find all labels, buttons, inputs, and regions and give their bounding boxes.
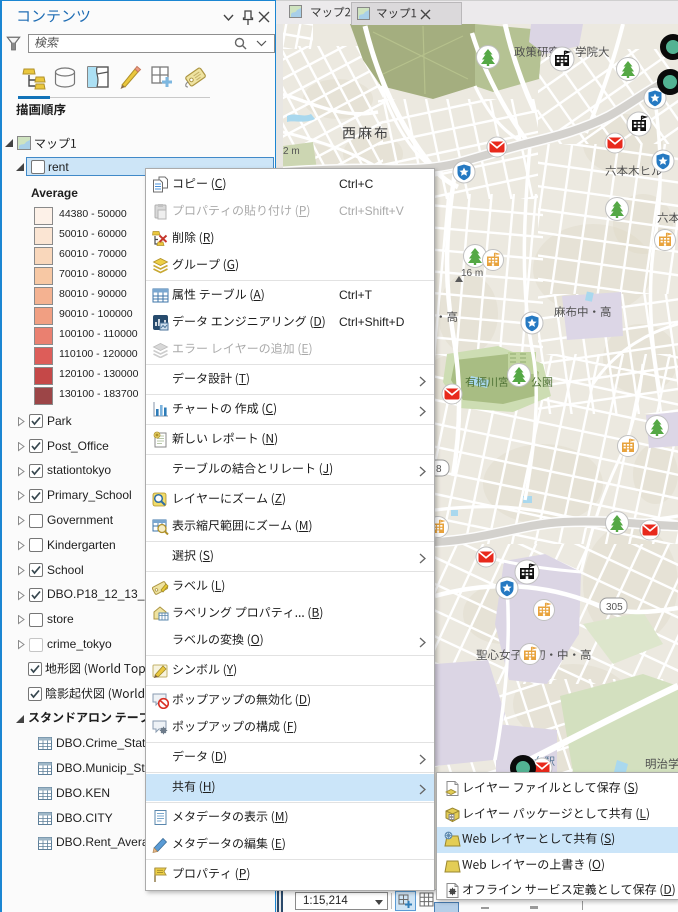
svg-text:16 m: 16 m [461,268,483,279]
svg-text:305: 305 [606,602,623,613]
svg-text:2 m: 2 m [283,146,300,157]
svg-text:8: 8 [436,464,442,475]
